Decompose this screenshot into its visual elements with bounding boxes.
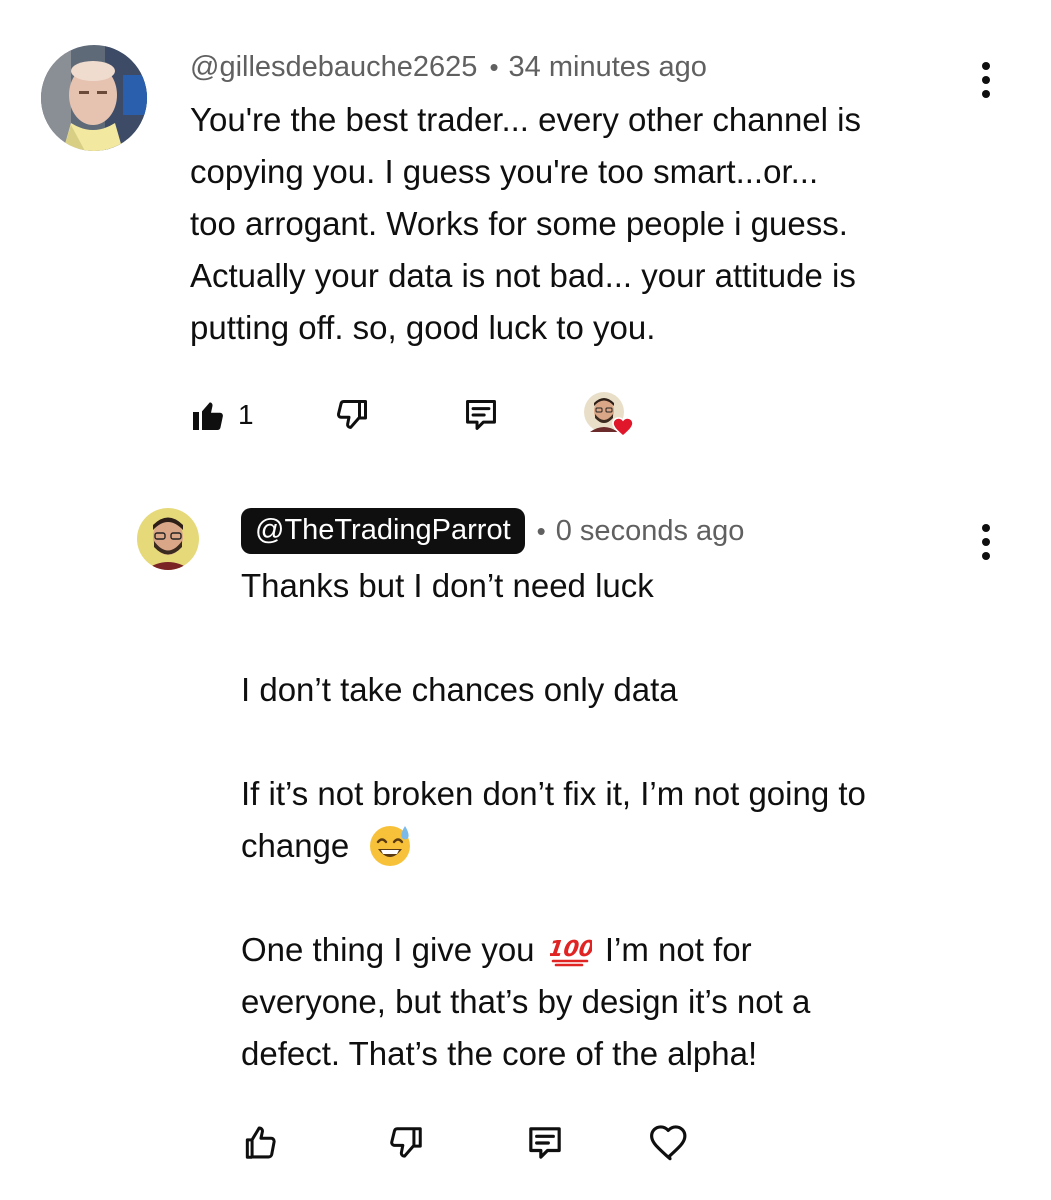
reply-text: Thanks but I don’t need luck I don’t tak…	[241, 560, 1001, 1080]
avatar-tradingparrot-image	[137, 508, 199, 570]
heart-icon	[650, 1125, 687, 1161]
more-vert-icon[interactable]	[976, 524, 996, 560]
thumbs-down-icon	[390, 1127, 422, 1158]
reply-text-line-with-emoji: One thing I give you 100 I’m not for	[241, 924, 1001, 976]
reply-text-line-with-emoji: change	[241, 820, 1001, 872]
reply-text-fragment: change	[241, 827, 350, 864]
comment-thread-tradingparrot: @TheTradingParrot • 0 seconds ago Thanks…	[0, 0, 1051, 1200]
reply-icon	[529, 1127, 561, 1159]
channel-owner-badge[interactable]: @TheTradingParrot	[241, 508, 525, 554]
reply-button[interactable]	[525, 1123, 565, 1163]
hundred-points-emoji: 100	[550, 936, 592, 967]
reply-text-line: If it’s not broken don’t fix it, I’m not…	[241, 775, 866, 812]
thumbs-up-icon	[245, 1126, 276, 1159]
like-button[interactable]	[241, 1124, 279, 1162]
reply-text-line: I don’t take chances only data	[241, 671, 678, 708]
reply-text-line: everyone, but that’s by design it’s not …	[241, 983, 811, 1020]
reply-text-line: Thanks but I don’t need luck	[241, 567, 654, 604]
reply-timestamp[interactable]: 0 seconds ago	[556, 515, 745, 548]
heart-button[interactable]	[649, 1123, 691, 1163]
reply-text-line: defect. That’s the core of the alpha!	[241, 1035, 758, 1072]
reply-actions	[241, 1120, 691, 1166]
reply-text-fragment: I’m not for	[604, 931, 752, 968]
reply-text-fragment: One thing I give you	[241, 931, 535, 968]
svg-text:100: 100	[550, 936, 592, 962]
avatar-tradingparrot[interactable]	[137, 508, 199, 570]
reply-header: @TheTradingParrot • 0 seconds ago	[241, 508, 744, 554]
separator-dot: •	[536, 515, 546, 546]
dislike-button[interactable]	[387, 1124, 425, 1162]
sweat-smile-emoji	[370, 826, 411, 867]
